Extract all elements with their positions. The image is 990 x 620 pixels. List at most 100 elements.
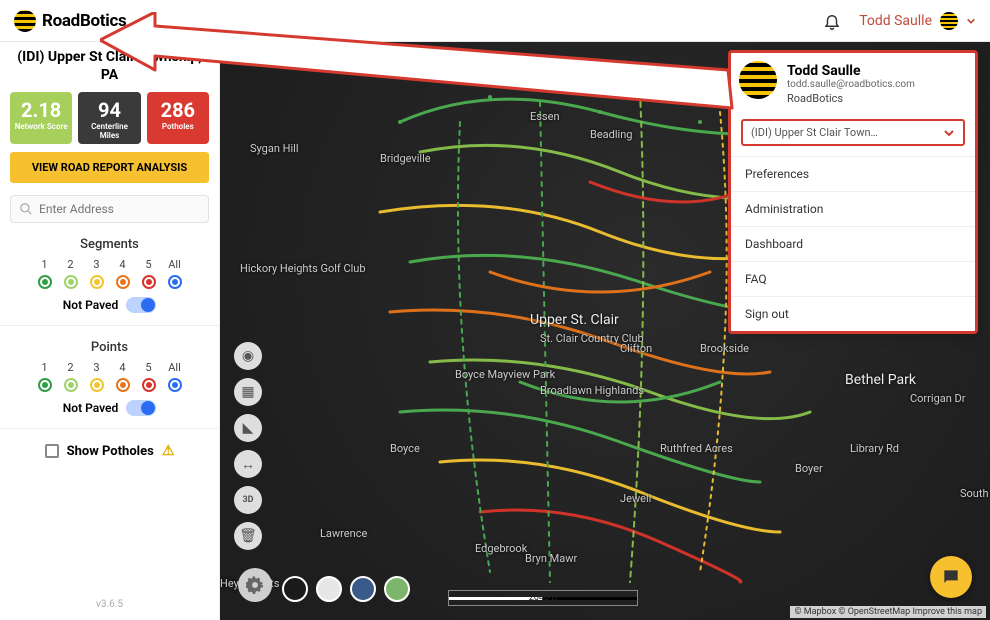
map-place-label: Ruthfred Acres (660, 442, 733, 455)
chat-button[interactable] (930, 556, 972, 598)
rating-swatch-icon (116, 378, 130, 392)
user-menu-toggle[interactable]: Todd Saulle (859, 12, 976, 30)
rating-label: 4 (119, 361, 125, 374)
topbar: RoadBotics Todd Saulle (0, 0, 990, 42)
rating-filter-all[interactable]: All (168, 258, 182, 289)
rating-swatch-icon (142, 378, 156, 392)
address-search-input[interactable] (39, 202, 200, 216)
rating-filter-3[interactable]: 3 (90, 361, 104, 392)
chevron-down-icon (943, 127, 955, 139)
map-settings-button[interactable] (238, 568, 272, 602)
map-place-label: Bethel Park (845, 372, 916, 388)
rating-label: 1 (41, 258, 47, 271)
segments-heading: Segments (80, 237, 139, 252)
rating-filter-2[interactable]: 2 (64, 258, 78, 289)
address-search[interactable] (10, 195, 209, 223)
basemap-option-0[interactable] (282, 576, 308, 602)
organization-select[interactable]: (IDI) Upper St Clair Town… (741, 119, 965, 146)
rating-label: 4 (119, 258, 125, 271)
map-place-label: Library Rd (850, 442, 899, 455)
stat-network-score-label: Network Score (12, 122, 70, 131)
rating-filter-5[interactable]: 5 (142, 258, 156, 289)
chevron-down-icon (966, 16, 976, 26)
map-place-label: Lawrence (320, 527, 367, 540)
rating-label: 1 (41, 361, 47, 374)
basemap-option-3[interactable] (384, 576, 410, 602)
map-place-label: Bryn Mawr (525, 552, 577, 565)
search-icon (19, 202, 33, 216)
rating-filter-1[interactable]: 1 (38, 258, 52, 289)
map-place-label: Corrigan Dr (910, 392, 965, 405)
rating-label: 5 (145, 258, 151, 271)
rating-filter-1[interactable]: 1 (38, 361, 52, 392)
rating-filter-5[interactable]: 5 (142, 361, 156, 392)
rating-swatch-icon (38, 275, 52, 289)
tool-ruler[interactable]: ◣ (234, 414, 262, 442)
user-menu-sign-out[interactable]: Sign out (731, 296, 975, 331)
divider (0, 428, 219, 429)
rating-filter-4[interactable]: 4 (116, 258, 130, 289)
stat-network-score-value: 2.18 (12, 98, 70, 122)
tool-distance[interactable]: ↔ (234, 450, 262, 478)
view-report-button[interactable]: VIEW ROAD REPORT ANALYSIS (10, 152, 209, 183)
gear-icon (246, 576, 264, 594)
rating-filter-2[interactable]: 2 (64, 361, 78, 392)
map-place-label: St. Clair Country Club (540, 332, 644, 345)
map-place-label: Brookside (700, 342, 749, 355)
rating-swatch-icon (142, 275, 156, 289)
show-potholes-label: Show Potholes (67, 444, 154, 459)
map-place-label: Edgebrook (475, 542, 527, 555)
version-label: v3.6.5 (96, 591, 123, 620)
basemap-option-1[interactable] (316, 576, 342, 602)
stat-centerline-value: 94 (80, 98, 138, 122)
user-menu-administration[interactable]: Administration (731, 191, 975, 226)
map-place-label: Broadlawn Highlands (540, 384, 644, 397)
map-attribution[interactable]: © Mapbox © OpenStreetMap Improve this ma… (790, 606, 986, 618)
user-menu-faq[interactable]: FAQ (731, 261, 975, 296)
rating-swatch-icon (116, 275, 130, 289)
rating-filter-4[interactable]: 4 (116, 361, 130, 392)
points-ratings: 1 2 3 4 5 All (38, 361, 182, 392)
rating-filter-3[interactable]: 3 (90, 258, 104, 289)
show-potholes-checkbox[interactable] (45, 444, 59, 458)
basemap-option-2[interactable] (350, 576, 376, 602)
project-title: (IDI) Upper St Clair Township, PA (17, 48, 201, 84)
segments-not-paved-toggle[interactable] (126, 297, 156, 313)
brand-name: RoadBotics (42, 11, 126, 31)
rating-swatch-icon (90, 275, 104, 289)
tool-3d[interactable]: 3D (234, 486, 262, 514)
points-not-paved-toggle[interactable] (126, 400, 156, 416)
tool-trash[interactable]: 🗑 (234, 522, 262, 550)
user-panel-email: todd.saulle@roadbotics.com (787, 79, 963, 90)
user-panel-name: Todd Saulle (787, 63, 963, 79)
segments-not-paved-label: Not Paved (63, 298, 118, 312)
map-place-label: Essen (530, 110, 560, 123)
user-menu-dashboard[interactable]: Dashboard (731, 226, 975, 261)
stat-centerline[interactable]: 94 Centerline Miles (78, 92, 140, 144)
map-place-label: Beadling (590, 128, 632, 141)
stat-potholes-label: Potholes (149, 122, 207, 131)
user-menu-preferences[interactable]: Preferences (731, 156, 975, 191)
map-place-label: South Park (960, 487, 990, 500)
chat-icon (941, 567, 961, 587)
rating-label: All (168, 361, 181, 374)
divider (0, 325, 219, 326)
map-place-label: Jewell (620, 492, 651, 505)
rating-label: All (168, 258, 181, 271)
notifications-icon[interactable] (823, 11, 841, 31)
map-place-label: Bridgeville (380, 152, 431, 165)
topbar-user-name: Todd Saulle (859, 13, 932, 29)
map-place-label: Upper St. Clair (530, 312, 619, 328)
rating-label: 3 (93, 361, 99, 374)
project-title-line2: PA (17, 66, 201, 84)
tool-measure[interactable]: ▦ (234, 378, 262, 406)
stat-network-score[interactable]: 2.18 Network Score (10, 92, 72, 144)
rating-label: 5 (145, 361, 151, 374)
tool-camera[interactable]: ◉ (234, 342, 262, 370)
stat-potholes[interactable]: 286 Potholes (147, 92, 209, 144)
map-place-label: Hickory Heights Golf Club (240, 262, 366, 275)
rating-label: 2 (67, 361, 73, 374)
project-title-line1: (IDI) Upper St Clair Township, (17, 48, 201, 66)
rating-filter-all[interactable]: All (168, 361, 182, 392)
user-panel-company: RoadBotics (787, 92, 963, 105)
